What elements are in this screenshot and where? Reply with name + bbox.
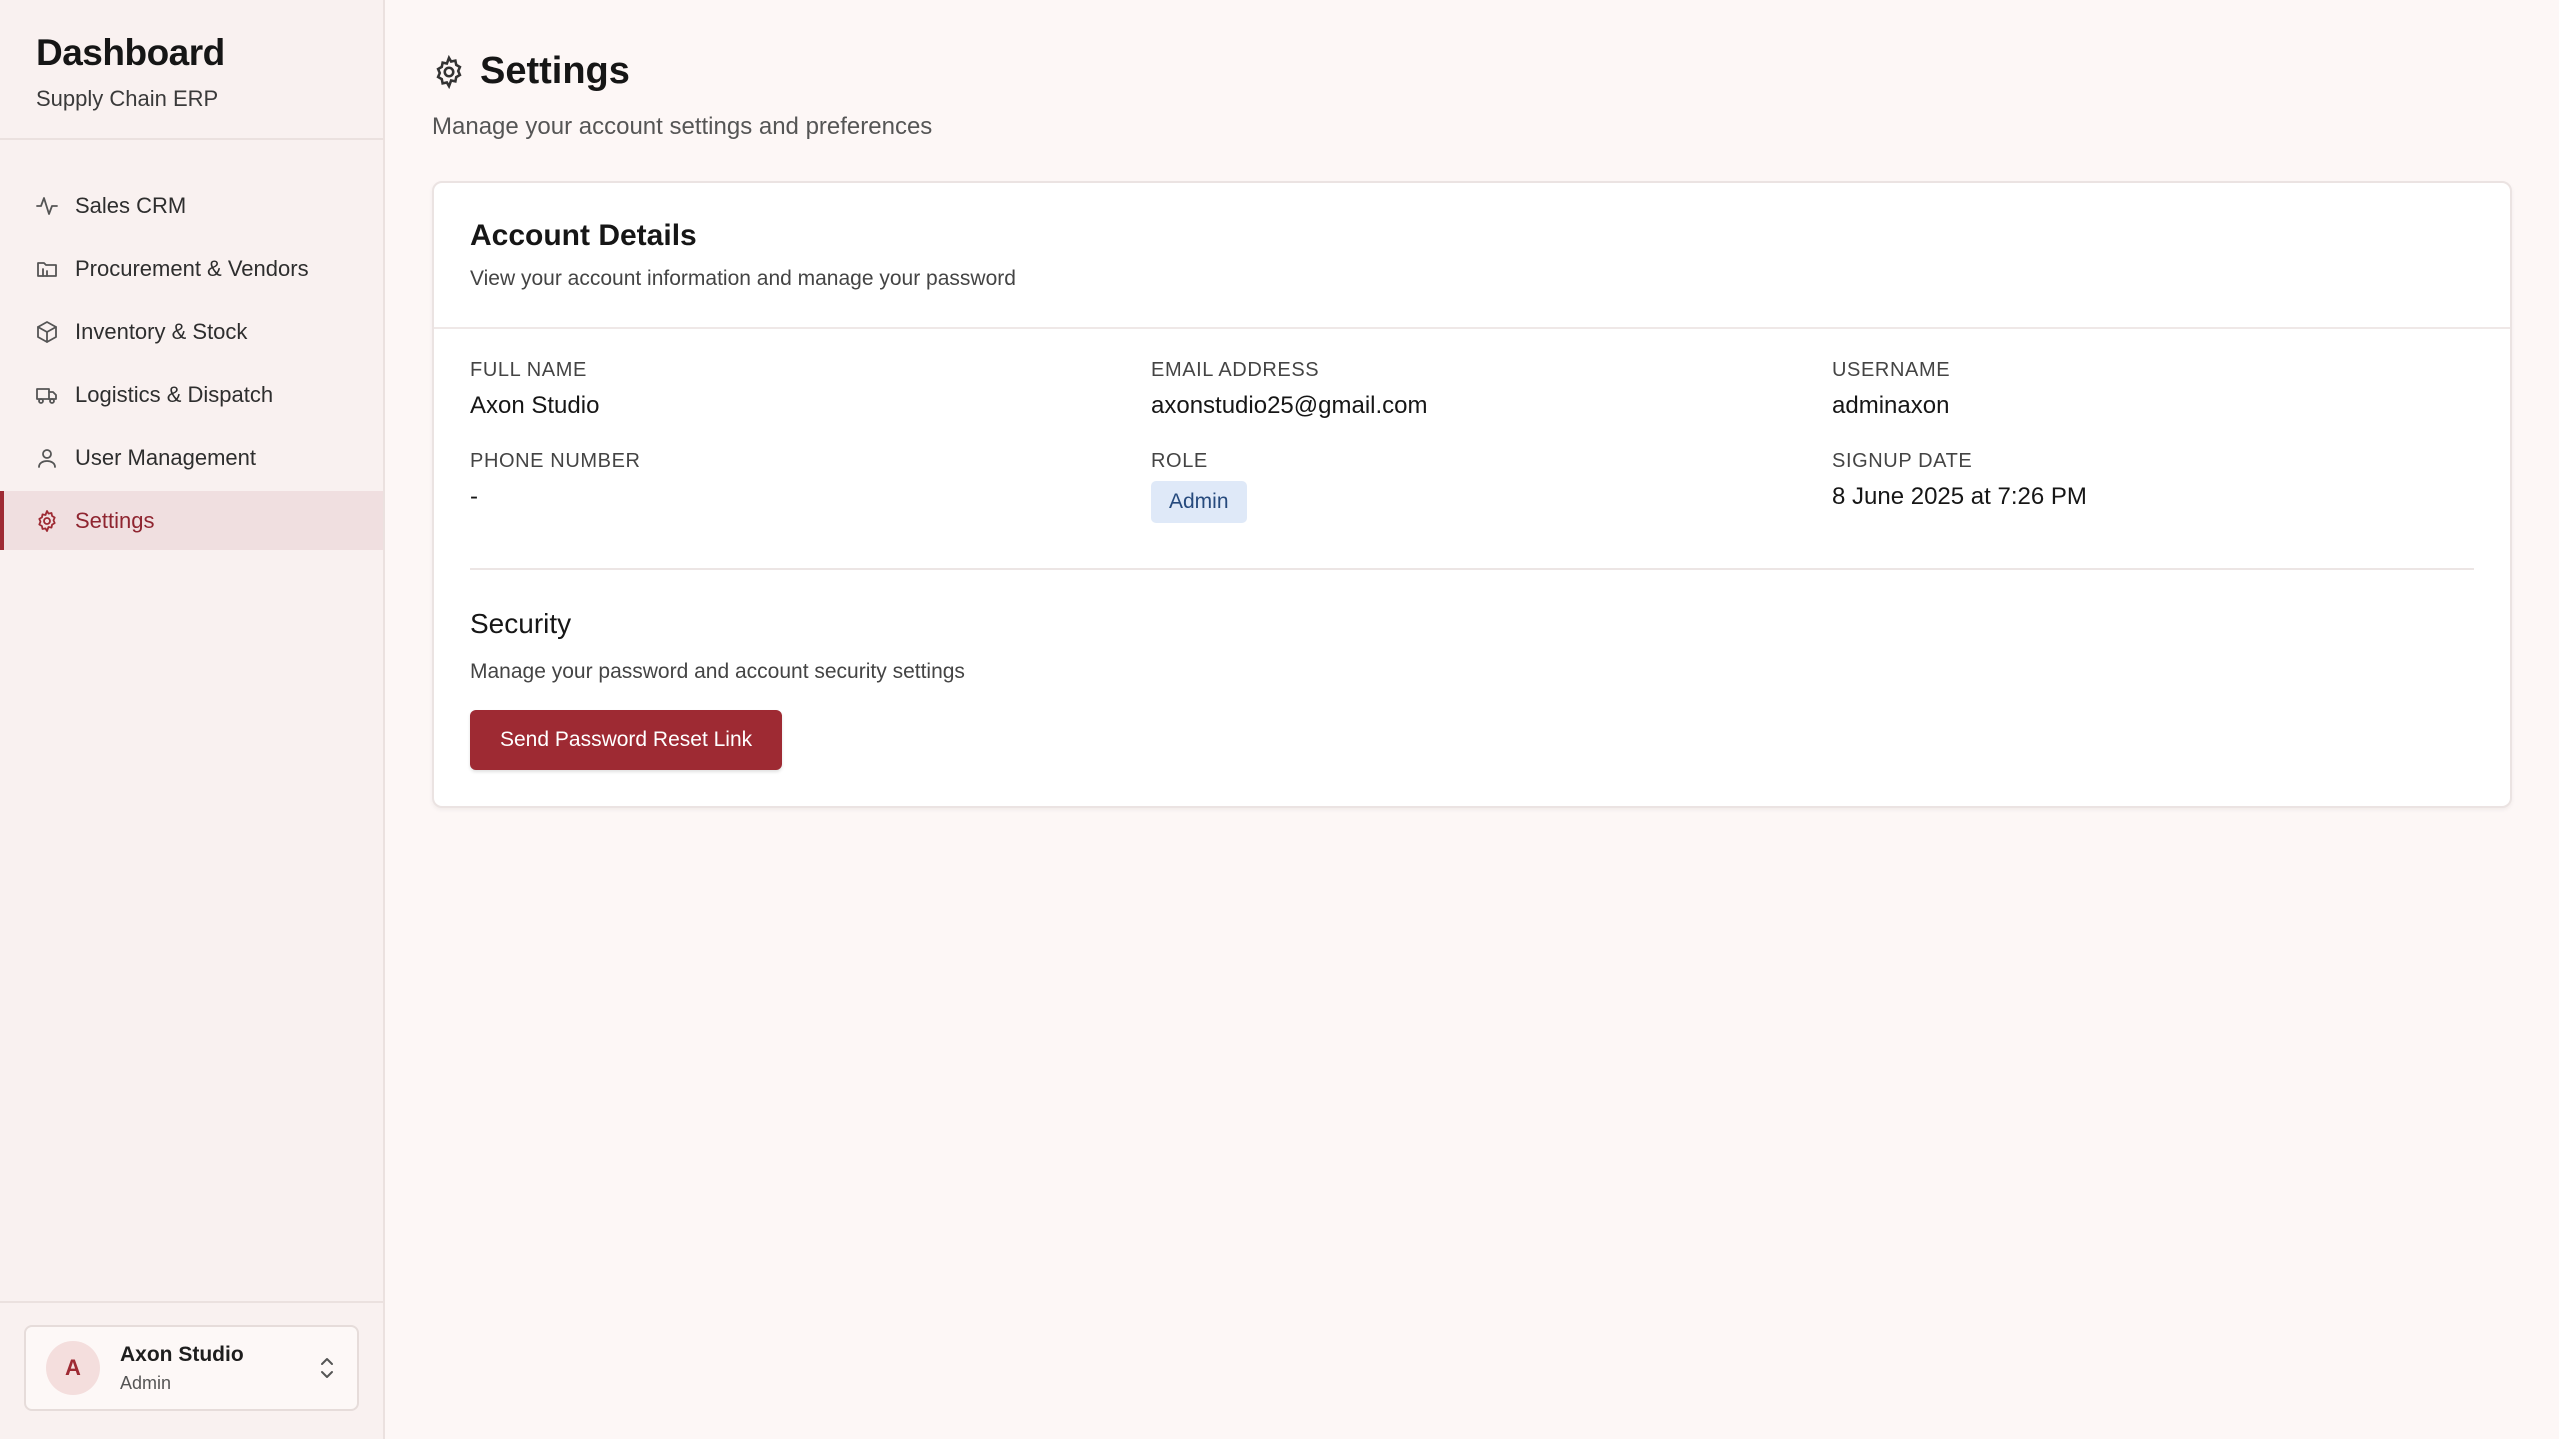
user-info: Axon Studio Admin [120,1343,317,1394]
field-value: axonstudio25@gmail.com [1151,392,1428,419]
field-label: PHONE NUMBER [470,450,641,472]
sidebar: Dashboard Supply Chain ERP Sales CRM Pro… [0,0,385,1439]
folder-icon [35,257,59,281]
field-value: Axon Studio [470,392,600,419]
card-title: Account Details [470,219,697,252]
user-role: Admin [120,1372,172,1393]
page-header: Settings [432,50,2512,93]
field-label: SIGNUP DATE [1832,450,1973,472]
card-subtitle: View your account information and manage… [470,267,1016,290]
sidebar-item-sales-crm[interactable]: Sales CRM [0,176,383,235]
field-full-name: FULL NAME Axon Studio [470,359,1151,420]
sidebar-item-label: Inventory & Stock [75,318,248,344]
page-title: Settings [480,50,630,92]
card-body: FULL NAME Axon Studio EMAIL ADDRESS axon… [434,329,2510,806]
sidebar-item-label: User Management [75,444,256,470]
card-header: Account Details View your account inform… [434,183,2510,329]
gear-icon [35,509,59,533]
box-icon [35,320,59,344]
field-label: USERNAME [1832,359,1951,381]
avatar: A [46,1341,100,1395]
sidebar-footer: A Axon Studio Admin [0,1301,383,1439]
field-phone: PHONE NUMBER - [470,450,1151,523]
sidebar-item-user-management[interactable]: User Management [0,428,383,487]
sidebar-item-inventory[interactable]: Inventory & Stock [0,302,383,361]
brand: Dashboard Supply Chain ERP [0,0,383,140]
brand-subtitle: Supply Chain ERP [36,86,219,111]
send-password-reset-button[interactable]: Send Password Reset Link [470,710,783,770]
sidebar-item-settings[interactable]: Settings [0,491,383,550]
field-username: USERNAME adminaxon [1832,359,2472,420]
user-name: Axon Studio [120,1342,244,1366]
chevrons-up-down-icon [317,1354,337,1382]
brand-title: Dashboard [36,32,225,73]
divider [470,568,2474,570]
field-value: - [470,483,478,510]
field-role: ROLE Admin [1151,450,1832,523]
field-value: adminaxon [1832,392,1950,419]
sidebar-nav: Sales CRM Procurement & Vendors Inventor… [0,140,383,1301]
sidebar-item-label: Sales CRM [75,192,187,218]
field-signup-date: SIGNUP DATE 8 June 2025 at 7:26 PM [1832,450,2472,523]
field-email: EMAIL ADDRESS axonstudio25@gmail.com [1151,359,1832,420]
user-menu-button[interactable]: A Axon Studio Admin [24,1325,359,1411]
sidebar-item-procurement[interactable]: Procurement & Vendors [0,239,383,298]
sidebar-item-logistics[interactable]: Logistics & Dispatch [0,365,383,424]
app-root: Dashboard Supply Chain ERP Sales CRM Pro… [0,0,2559,1439]
account-fields-grid: FULL NAME Axon Studio EMAIL ADDRESS axon… [470,359,2474,523]
user-icon [35,446,59,470]
field-label: ROLE [1151,450,1208,472]
security-subtitle: Manage your password and account securit… [470,660,965,683]
truck-icon [35,383,59,407]
security-title: Security [470,608,572,639]
page-subtitle: Manage your account settings and prefere… [432,113,933,140]
role-badge: Admin [1151,481,1247,523]
field-label: FULL NAME [470,359,587,381]
gear-icon [432,54,466,89]
field-value: 8 June 2025 at 7:26 PM [1832,483,2087,510]
sidebar-item-label: Procurement & Vendors [75,255,309,281]
field-label: EMAIL ADDRESS [1151,359,1320,381]
account-details-card: Account Details View your account inform… [432,181,2512,808]
activity-icon [35,194,59,218]
main-content: Settings Manage your account settings an… [385,0,2559,1439]
sidebar-item-label: Logistics & Dispatch [75,381,274,407]
sidebar-item-label: Settings [75,507,155,533]
